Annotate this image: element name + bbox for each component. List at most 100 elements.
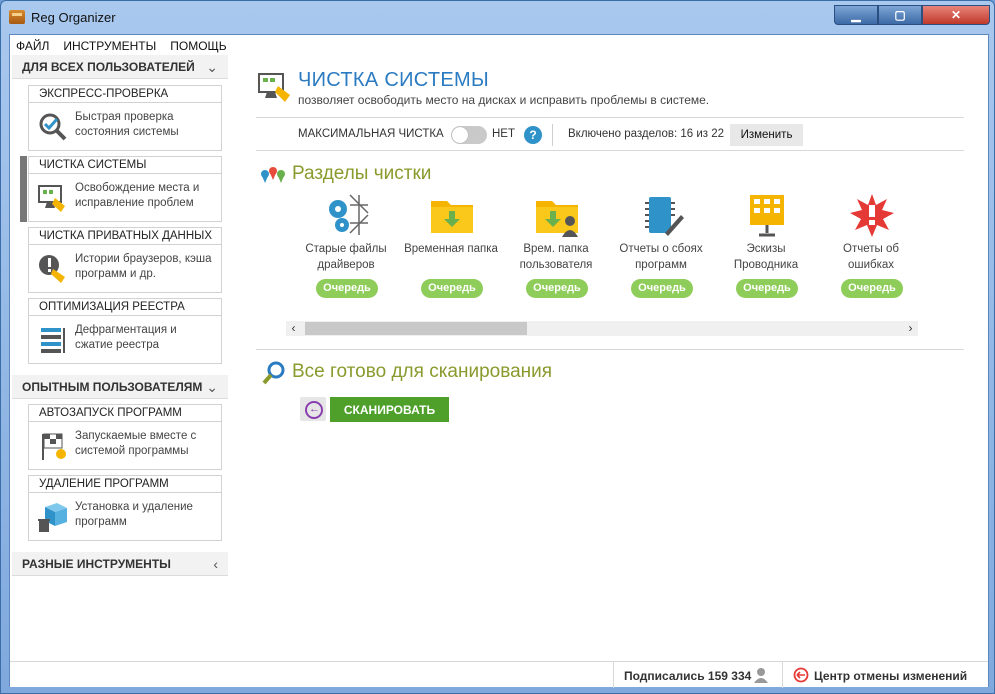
map-pins-icon — [261, 167, 285, 183]
card-text: Истории браузеров, кэша программ и др. — [75, 253, 212, 280]
scroll-left-icon[interactable]: ‹ — [286, 321, 301, 336]
sections-title: Разделы чистки — [292, 163, 432, 184]
tile-label: Отчеты об ошибках — [843, 243, 899, 271]
back-button[interactable]: ← — [300, 397, 326, 421]
divider — [782, 662, 783, 688]
chevron-down-icon: ⌄ — [206, 379, 218, 395]
status-badge: Очередь — [841, 279, 903, 298]
menu-bar: ФАЙЛ ИНСТРУМЕНТЫ ПОМОЩЬ — [10, 35, 227, 57]
card-text: Дефрагментация и сжатие реестра — [75, 324, 177, 351]
maximize-button[interactable]: ▢ — [878, 5, 922, 25]
thumbnails-folder-icon — [750, 195, 784, 237]
client-area: ФАЙЛ ИНСТРУМЕНТЫ ПОМОЩЬ ДЛЯ ВСЕХ ПОЛЬЗОВ… — [9, 34, 989, 688]
search-icon — [262, 361, 285, 385]
horizontal-scrollbar[interactable]: ‹ › — [286, 321, 918, 336]
section-advanced-users[interactable]: ОПЫТНЫМ ПОЛЬЗОВАТЕЛЯМ ⌄ — [12, 375, 228, 399]
menu-file[interactable]: ФАЙЛ — [16, 39, 49, 53]
menu-help[interactable]: ПОМОЩЬ — [170, 39, 226, 53]
minimize-button[interactable]: ▁ — [834, 5, 878, 25]
divider — [552, 124, 553, 146]
window-frame: Reg Organizer ▁ ▢ ✕ ФАЙЛ ИНСТРУМЕНТЫ ПОМ… — [0, 0, 995, 694]
status-badge: Очередь — [736, 279, 798, 298]
card-text: Освобождение места и исправление проблем — [75, 182, 200, 209]
undo-center-icon — [793, 667, 809, 683]
tile-label: Врем. папка пользователя — [519, 243, 593, 271]
page-subtitle: позволяет освободить место на дисках и и… — [298, 93, 710, 107]
change-button[interactable]: Изменить — [730, 124, 803, 146]
scan-button[interactable]: СКАНИРОВАТЬ — [330, 397, 449, 422]
sidebar-item-uninstall[interactable]: УДАЛЕНИЕ ПРОГРАММ Установка и удаление п… — [28, 475, 222, 541]
box-trash-icon — [38, 503, 67, 532]
app-icon — [9, 10, 25, 24]
chip-pen-icon — [645, 197, 684, 236]
sidebar-item-private-data[interactable]: ЧИСТКА ПРИВАТНЫХ ДАННЫХ Истории браузеро… — [28, 227, 222, 293]
chevron-left-icon: ‹ — [213, 556, 218, 572]
title-bar[interactable]: Reg Organizer ▁ ▢ ✕ — [1, 1, 995, 34]
section-all-users-label: ДЛЯ ВСЕХ ПОЛЬЗОВАТЕЛЕЙ — [22, 59, 195, 74]
section-tile[interactable]: Временная папка Очередь — [401, 193, 501, 303]
registry-compress-icon — [41, 328, 65, 353]
sidebar-item-system-cleaning[interactable]: ЧИСТКА СИСТЕМЫ Освобождение места и испр… — [20, 156, 222, 222]
window-controls: ▁ ▢ ✕ — [834, 5, 990, 25]
status-bar: Подписались 159 334 Центр отмены изменен… — [10, 661, 988, 688]
arrow-left-icon: ← — [309, 403, 320, 415]
section-misc-tools[interactable]: РАЗНЫЕ ИНСТРУМЕНТЫ ‹ — [12, 552, 228, 576]
tile-label: Отчеты о сбоях программ — [619, 243, 703, 271]
gears-cobweb-icon — [329, 194, 369, 235]
folder-download-icon — [431, 201, 473, 233]
privacy-broom-icon — [39, 255, 65, 283]
section-advanced-label: ОПЫТНЫМ ПОЛЬЗОВАТЕЛЯМ — [22, 379, 203, 394]
card-text: Запускаемые вместе с системой программы — [75, 430, 197, 457]
section-tile[interactable]: Эскизы Проводника Очередь — [716, 193, 816, 303]
startup-flag-icon — [42, 433, 66, 460]
scroll-thumb[interactable] — [305, 322, 527, 335]
section-all-users[interactable]: ДЛЯ ВСЕХ ПОЛЬЗОВАТЕЛЕЙ ⌄ — [12, 55, 228, 79]
card-title: ЧИСТКА ПРИВАТНЫХ ДАННЫХ — [29, 228, 221, 245]
undo-center-link[interactable]: Центр отмены изменений — [814, 669, 967, 683]
menu-tools[interactable]: ИНСТРУМЕНТЫ — [63, 39, 156, 53]
card-title: УДАЛЕНИЕ ПРОГРАММ — [29, 476, 221, 493]
enabled-sections-count: Включено разделов: 16 из 22 — [568, 128, 725, 140]
error-burst-icon — [850, 194, 894, 237]
card-title: АВТОЗАПУСК ПРОГРАММ — [29, 405, 221, 422]
window-title: Reg Organizer — [31, 10, 116, 25]
status-badge: Очередь — [316, 279, 378, 298]
card-title: ЭКСПРЕСС-ПРОВЕРКА — [29, 86, 221, 103]
page-title: ЧИСТКА СИСТЕМЫ — [298, 69, 489, 91]
chevron-down-icon: ⌄ — [206, 59, 218, 75]
sidebar-item-express-check[interactable]: ЭКСПРЕСС-ПРОВЕРКА Быстрая проверка состо… — [28, 85, 222, 151]
scroll-right-icon[interactable]: › — [903, 321, 918, 336]
help-icon[interactable]: ? — [524, 126, 542, 144]
max-clean-label: МАКСИМАЛЬНАЯ ЧИСТКА — [298, 128, 444, 140]
tile-label: Эскизы Проводника — [733, 243, 799, 271]
close-button[interactable]: ✕ — [922, 5, 990, 25]
cleaning-sections: Старые файлы драйверов Очередь Временная… — [296, 193, 926, 303]
magnifier-check-icon — [39, 113, 67, 141]
tile-label: Временная папка — [404, 243, 498, 255]
card-title: ЧИСТКА СИСТЕМЫ — [29, 157, 221, 174]
monitor-broom-icon — [38, 185, 65, 212]
options-bar: МАКСИМАЛЬНАЯ ЧИСТКА НЕТ ? Включено разде… — [256, 117, 964, 151]
status-badge: Очередь — [526, 279, 588, 298]
user-icon — [754, 668, 768, 683]
section-tile[interactable]: Отчеты об ошибках Очередь — [821, 193, 921, 303]
folder-user-icon — [536, 201, 578, 237]
monitor-broom-icon — [258, 73, 290, 102]
card-text: Установка и удаление программ — [75, 501, 193, 528]
section-tile[interactable]: Врем. папка пользователя Очередь — [506, 193, 606, 303]
divider — [256, 349, 964, 350]
subscribers-count[interactable]: Подписались 159 334 — [624, 669, 751, 683]
status-badge: Очередь — [421, 279, 483, 298]
section-tile[interactable]: Отчеты о сбоях программ Очередь — [611, 193, 711, 303]
ready-title: Все готово для сканирования — [292, 361, 553, 382]
max-clean-state: НЕТ — [492, 128, 515, 140]
sidebar-item-registry-optimization[interactable]: ОПТИМИЗАЦИЯ РЕЕСТРА Дефрагментация и сжа… — [28, 298, 222, 364]
divider — [613, 662, 614, 688]
section-misc-label: РАЗНЫЕ ИНСТРУМЕНТЫ — [22, 556, 171, 571]
status-badge: Очередь — [631, 279, 693, 298]
max-clean-toggle[interactable] — [451, 126, 487, 144]
tile-label: Старые файлы драйверов — [305, 243, 387, 271]
card-text: Быстрая проверка состояния системы — [75, 111, 179, 138]
section-tile[interactable]: Старые файлы драйверов Очередь — [296, 193, 396, 303]
sidebar-item-startup[interactable]: АВТОЗАПУСК ПРОГРАММ Запускаемые вместе с… — [28, 404, 222, 470]
